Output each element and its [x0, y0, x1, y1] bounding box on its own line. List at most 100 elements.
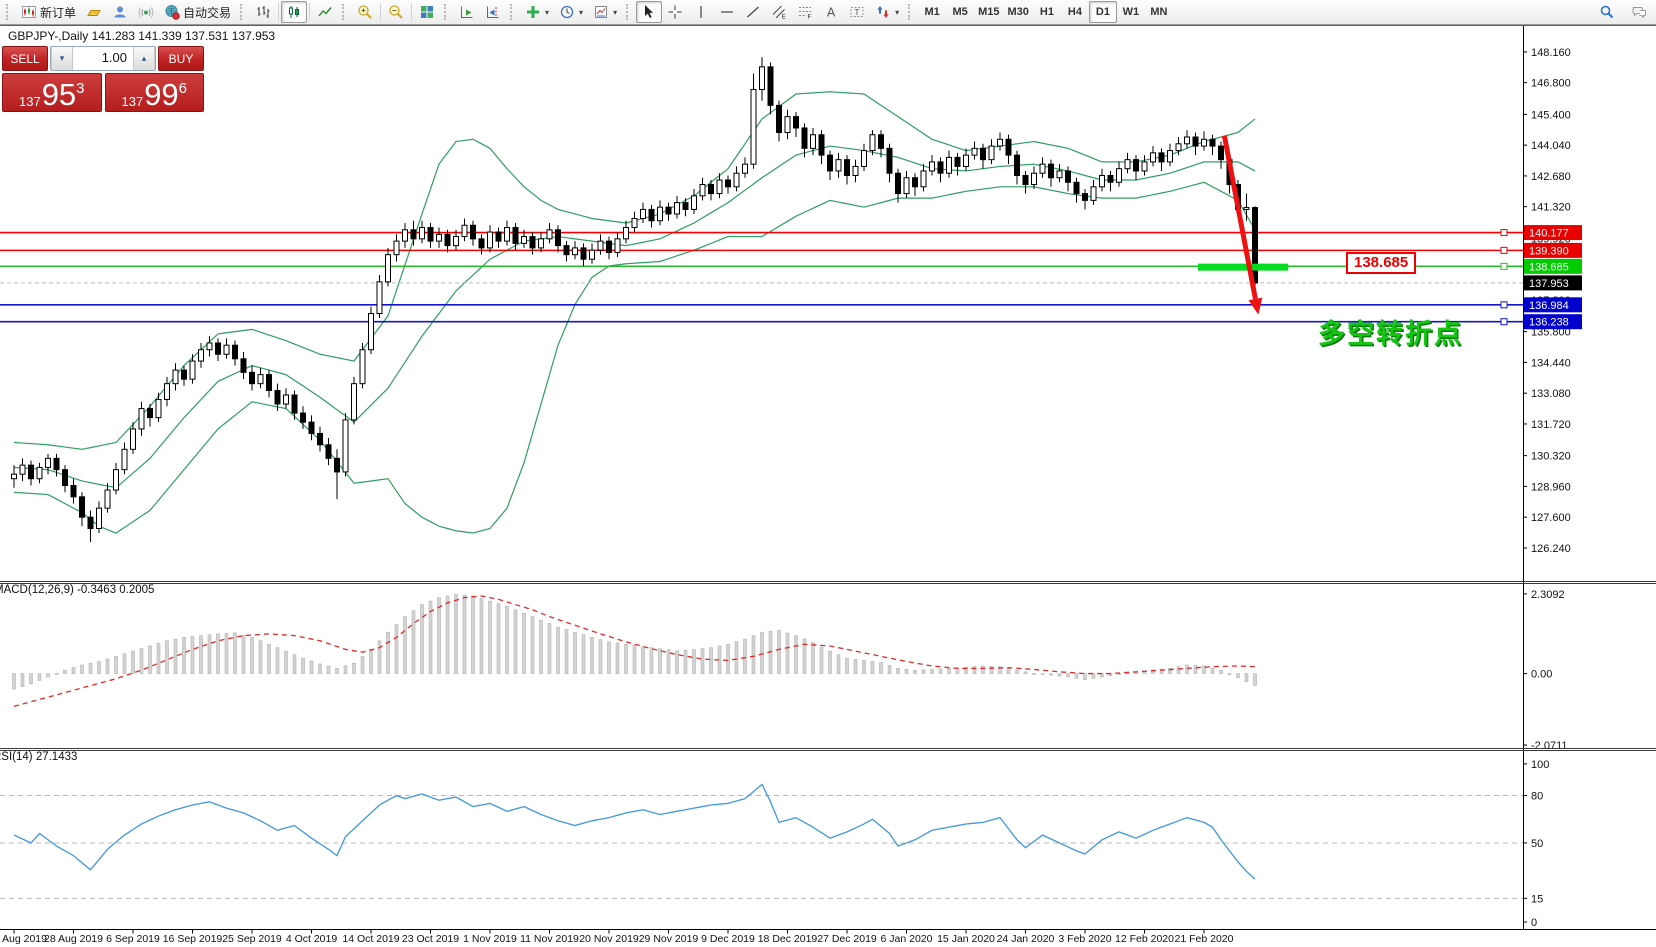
timeframe-mn-button[interactable]: MN — [1145, 1, 1173, 23]
time-axis-label: 25 Sep 2019 — [222, 933, 282, 945]
vertical-line-button[interactable] — [688, 1, 714, 23]
tile-windows-button[interactable] — [414, 1, 440, 23]
candle-body — [1049, 164, 1054, 178]
fibo-icon: F — [797, 4, 813, 20]
timeframe-m30-button[interactable]: M30 — [1004, 1, 1033, 23]
macd-histogram-bar — [64, 670, 67, 673]
crosshair-icon — [667, 4, 683, 20]
equidistant-channel-button[interactable]: E — [766, 1, 792, 23]
time-axis-label: 15 Jan 2020 — [937, 933, 995, 945]
autotrading-button[interactable]: 自动交易 — [159, 1, 236, 23]
candlestick-chart-button[interactable] — [281, 1, 307, 23]
new-order-button[interactable]: 新订单 — [16, 1, 81, 23]
timeframe-m15-button[interactable]: M15 — [974, 1, 1003, 23]
macd-histogram-bar — [157, 643, 160, 673]
zoom-out-button[interactable] — [383, 1, 409, 23]
candle-body — [879, 135, 884, 149]
macd-histogram-bar — [727, 644, 730, 673]
macd-histogram-bar — [710, 648, 713, 674]
publish-button[interactable] — [81, 1, 107, 23]
candle-body — [683, 203, 688, 210]
price-callout-label[interactable]: 138.685 — [1346, 252, 1416, 274]
periods-button[interactable]: ▾ — [554, 1, 588, 23]
volume-decrease-button[interactable]: ▾ — [51, 47, 73, 70]
toolbar-grip — [908, 4, 915, 20]
price-axis-label: 131.720 — [1531, 419, 1571, 431]
trendline-button[interactable] — [740, 1, 766, 23]
timeframe-m1-button[interactable]: M1 — [918, 1, 946, 23]
volume-increase-button[interactable]: ▴ — [133, 47, 155, 70]
zoom-in-icon — [357, 4, 373, 20]
volume-stepper[interactable]: ▾ 1.00 ▴ — [50, 46, 156, 71]
crosshair-button[interactable] — [662, 1, 688, 23]
candle-body — [666, 207, 671, 214]
line-handle[interactable] — [1501, 302, 1507, 308]
candle-body — [539, 239, 544, 248]
cursor-button[interactable] — [636, 1, 662, 23]
sell-price[interactable]: 137953 — [2, 73, 102, 112]
auto-scroll-button[interactable] — [454, 1, 480, 23]
volume-value[interactable]: 1.00 — [73, 47, 133, 70]
community-button[interactable] — [107, 1, 133, 23]
fibonacci-button[interactable]: F — [792, 1, 818, 23]
line-handle[interactable] — [1501, 263, 1507, 269]
price-marker-label: 137.953 — [1529, 278, 1569, 290]
bar-chart-button[interactable] — [250, 1, 276, 23]
macd-histogram-bar — [1033, 674, 1036, 675]
candle-body — [488, 232, 493, 248]
text-button[interactable]: A — [818, 1, 844, 23]
candle-body — [241, 359, 246, 373]
candle-body — [743, 164, 748, 173]
sell-price-sup: 3 — [76, 74, 84, 104]
chart-canvas[interactable]: 148.160146.800145.400144.040142.680141.3… — [0, 0, 1656, 947]
macd-histogram-bar — [259, 641, 262, 674]
buy-price[interactable]: 137996 — [105, 73, 205, 112]
macd-histogram-bar — [557, 627, 560, 674]
timeframe-m5-button[interactable]: M5 — [946, 1, 974, 23]
timeframe-w1-button[interactable]: W1 — [1117, 1, 1145, 23]
line-handle[interactable] — [1501, 230, 1507, 236]
buy-button[interactable]: BUY — [158, 46, 204, 71]
time-axis-label: 28 Aug 2019 — [44, 933, 103, 945]
candle-body — [292, 395, 297, 413]
search-button[interactable] — [1594, 1, 1620, 23]
macd-histogram-bar — [276, 648, 279, 674]
templates-button[interactable]: ▾ — [588, 1, 622, 23]
text-label-button[interactable]: T — [844, 1, 870, 23]
line-chart-button[interactable] — [312, 1, 338, 23]
candle-body — [1100, 175, 1105, 186]
candle-body — [785, 117, 790, 133]
candle-body — [318, 433, 323, 444]
chat-button[interactable] — [1626, 1, 1652, 23]
macd-histogram-bar — [1007, 668, 1010, 673]
chart-shift-button[interactable] — [480, 1, 506, 23]
line-handle[interactable] — [1501, 247, 1507, 253]
sell-button[interactable]: SELL — [2, 46, 48, 71]
indicators-button[interactable]: ▾ — [520, 1, 554, 23]
macd-histogram-bar — [140, 649, 143, 674]
candle-body — [394, 241, 399, 255]
macd-histogram-bar — [880, 663, 883, 674]
cursor-icon — [641, 4, 657, 20]
chinese-annotation-text[interactable]: 多空转折点 — [1318, 312, 1463, 351]
macd-histogram-bar — [438, 598, 441, 674]
candle-body — [173, 370, 178, 384]
arrows-button[interactable]: ▾ — [870, 1, 904, 23]
candle-body — [632, 218, 637, 227]
line-handle[interactable] — [1501, 319, 1507, 325]
horizontal-line-button[interactable] — [714, 1, 740, 23]
macd-histogram-bar — [115, 656, 118, 673]
price-marker-label: 136.984 — [1529, 300, 1569, 312]
timeframe-d1-button[interactable]: D1 — [1089, 1, 1117, 23]
channel-icon: E — [771, 4, 787, 20]
buy-price-sup: 6 — [179, 74, 187, 104]
toolbar-grip — [6, 4, 13, 20]
timeframe-h1-button[interactable]: H1 — [1033, 1, 1061, 23]
zoom-out-icon — [388, 4, 404, 20]
candle-body — [437, 234, 442, 241]
rsi-axis-label: 50 — [1531, 838, 1543, 850]
zoom-in-button[interactable] — [352, 1, 378, 23]
timeframe-h4-button[interactable]: H4 — [1061, 1, 1089, 23]
signals-button[interactable] — [133, 1, 159, 23]
macd-histogram-bar — [47, 674, 50, 677]
